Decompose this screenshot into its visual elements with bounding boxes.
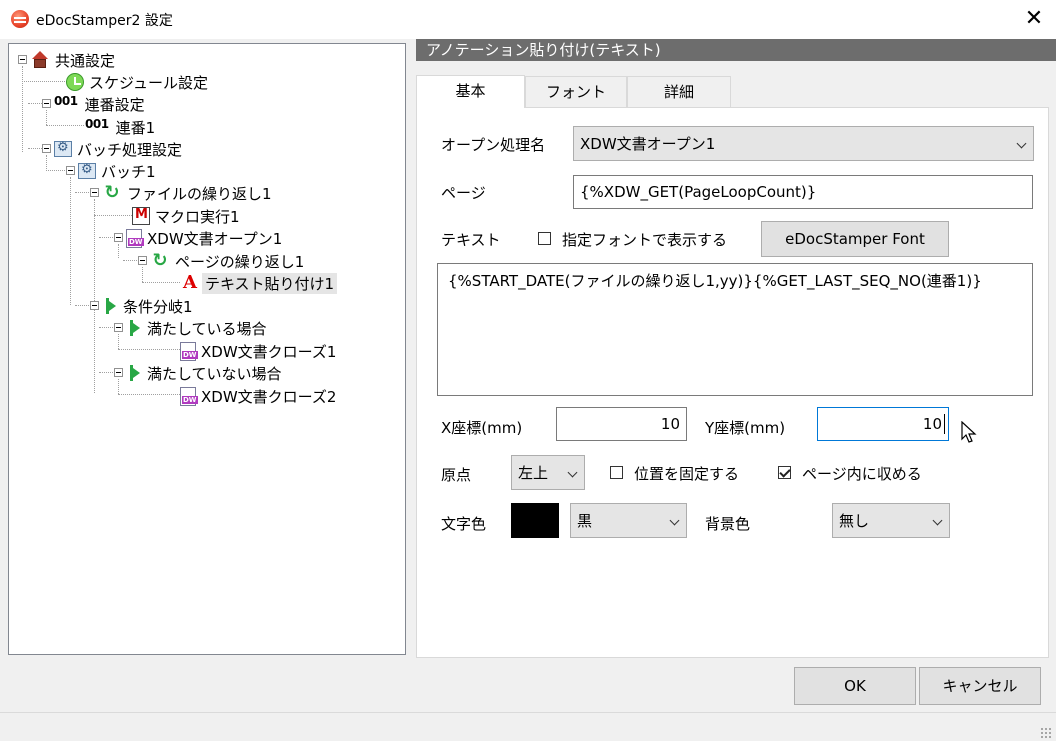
mouse-cursor-icon <box>961 421 977 443</box>
chevron-down-icon <box>933 504 943 537</box>
bg-color-label: 背景色 <box>705 515 751 533</box>
expander-branch[interactable] <box>90 301 99 310</box>
window-title: eDocStamper2 設定 <box>36 13 173 29</box>
font-button[interactable]: eDocStamper Font <box>761 221 949 257</box>
bg-color-select[interactable]: 無し <box>832 503 950 538</box>
expander-batch1[interactable] <box>66 166 75 175</box>
tree-item-page-loop[interactable]: ↻ ページの繰り返し1 <box>150 250 307 272</box>
x-label: X座標(mm) <box>441 419 523 437</box>
status-divider <box>0 712 1056 713</box>
text-color-value: 黒 <box>577 512 593 530</box>
tree-item-branch-true[interactable]: 満たしている場合 <box>126 317 270 339</box>
fix-position-checkbox[interactable] <box>610 466 623 479</box>
tab-detail[interactable]: 詳細 <box>627 76 731 108</box>
text-color-swatch[interactable] <box>511 503 559 538</box>
page-input[interactable]: {%XDW_GET(PageLoopCount)} <box>573 175 1033 209</box>
expander-branch-true[interactable] <box>114 323 123 332</box>
tree-item-file-loop[interactable]: ↻ ファイルの繰り返し1 <box>102 182 275 204</box>
tree-item-xdw-open[interactable]: XDW文書オープン1 <box>126 227 285 249</box>
fit-in-page-checkbox[interactable] <box>778 466 791 479</box>
y-input[interactable]: 10 <box>817 407 949 441</box>
macro-icon <box>132 207 150 225</box>
tree-item-branch-false[interactable]: 満たしていない場合 <box>126 362 285 384</box>
panel-header: アノテーション貼り付け(テキスト) <box>416 39 1056 61</box>
tree-item-macro[interactable]: マクロ実行1 <box>132 205 243 227</box>
page-label: ページ <box>441 184 486 202</box>
expander-common[interactable] <box>18 55 27 64</box>
tab-basic[interactable]: 基本 <box>416 75 525 108</box>
tree-item-numbering1[interactable]: 001 連番1 <box>85 116 158 138</box>
text-caret <box>944 414 945 434</box>
expander-xdw-open[interactable] <box>114 233 123 242</box>
close-button[interactable]: ✕ <box>1016 4 1052 34</box>
loop-icon: ↻ <box>152 250 168 271</box>
house-icon <box>30 50 50 70</box>
origin-label: 原点 <box>441 466 472 484</box>
numbering-icon: 001 <box>85 117 109 131</box>
chevron-down-icon <box>568 456 578 489</box>
resize-grip-icon[interactable] <box>1040 727 1052 739</box>
tree-item-batch1[interactable]: バッチ1 <box>78 160 159 182</box>
docuworks-icon <box>180 341 198 361</box>
text-stamp-icon: A <box>183 272 197 293</box>
text-color-select[interactable]: 黒 <box>570 503 687 538</box>
docuworks-icon <box>126 228 144 248</box>
settings-tree[interactable]: 共通設定 スケジュール設定 001 連番設定 001 連番1 バッチ処理設定 バ… <box>8 43 406 655</box>
batch-icon <box>54 140 72 157</box>
expander-branch-false[interactable] <box>114 368 123 377</box>
fit-in-page-label: ページ内に収める <box>802 465 922 483</box>
x-input[interactable]: 10 <box>556 407 687 441</box>
text-area[interactable]: {%START_DATE(ファイルの繰り返し1,yy)}{%GET_LAST_S… <box>437 263 1033 396</box>
expander-page-loop[interactable] <box>138 256 147 265</box>
tree-item-common-settings[interactable]: 共通設定 <box>30 49 118 71</box>
y-label: Y座標(mm) <box>705 419 786 437</box>
open-process-select[interactable]: XDW文書オープン1 <box>573 126 1034 161</box>
font-checkbox[interactable] <box>538 232 551 245</box>
expander-file-loop[interactable] <box>90 188 99 197</box>
tree-item-batch-settings[interactable]: バッチ処理設定 <box>54 138 185 160</box>
ok-button[interactable]: OK <box>794 667 916 705</box>
tree-item-branch[interactable]: 条件分岐1 <box>102 295 196 317</box>
tree-item-xdw-close2[interactable]: XDW文書クローズ2 <box>180 385 339 407</box>
numbering-icon: 001 <box>54 94 78 108</box>
origin-select[interactable]: 左上 <box>511 455 585 490</box>
fix-position-label: 位置を固定する <box>634 465 740 483</box>
bg-color-value: 無し <box>839 512 870 530</box>
app-icon <box>11 10 29 28</box>
tree-item-schedule[interactable]: スケジュール設定 <box>66 71 211 93</box>
branch-icon <box>102 296 118 316</box>
text-color-label: 文字色 <box>441 515 487 533</box>
text-label: テキスト <box>441 231 501 249</box>
loop-icon: ↻ <box>104 182 120 203</box>
tree-item-xdw-close1[interactable]: XDW文書クローズ1 <box>180 340 339 362</box>
docuworks-icon <box>180 386 198 406</box>
tree-item-numbering-settings[interactable]: 001 連番設定 <box>54 93 148 115</box>
tree-item-text-stamp[interactable]: A テキスト貼り付け1 <box>180 272 338 294</box>
open-process-value: XDW文書オープン1 <box>580 135 716 153</box>
branch-icon <box>126 318 142 338</box>
origin-value: 左上 <box>518 464 549 482</box>
expander-batch-settings[interactable] <box>42 144 51 153</box>
font-checkbox-label: 指定フォントで表示する <box>562 231 728 249</box>
batch-icon <box>78 162 96 179</box>
branch-icon <box>126 363 142 383</box>
chevron-down-icon <box>1017 127 1027 160</box>
cancel-button[interactable]: キャンセル <box>919 667 1041 705</box>
clock-icon <box>66 73 84 91</box>
expander-numbering[interactable] <box>42 99 51 108</box>
open-process-label: オープン処理名 <box>441 136 546 154</box>
chevron-down-icon <box>670 504 680 537</box>
tab-font[interactable]: フォント <box>525 76 627 108</box>
